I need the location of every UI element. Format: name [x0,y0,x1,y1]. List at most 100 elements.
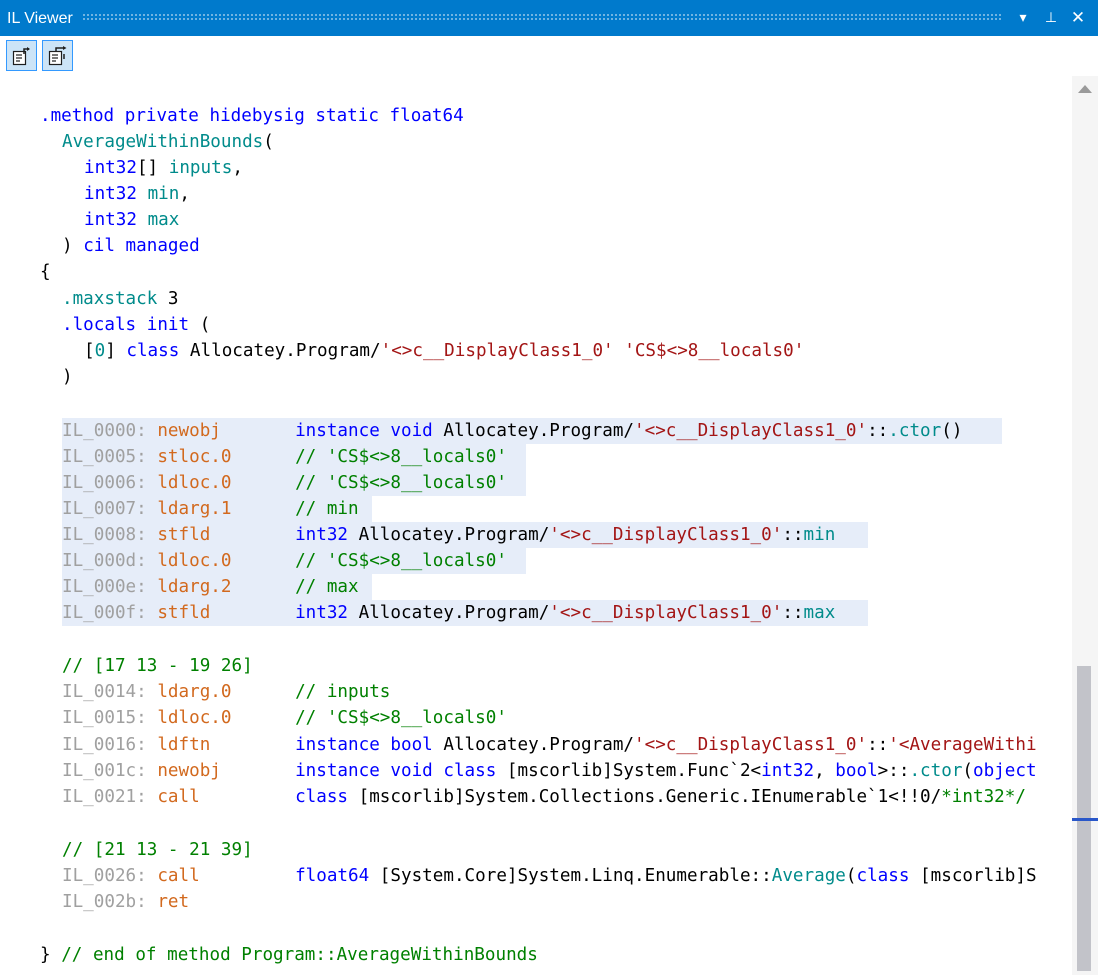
code-token-op: ldloc.0 [157,708,232,728]
code-line: IL_0006: ldloc.0 // 'CS$<>8__locals0' [62,470,507,496]
code-token-tx: 3 [157,289,179,309]
window-title: IL Viewer [7,10,73,27]
code-line: IL_0000: newobj instance void Allocatey.… [62,418,962,444]
code-token-op: stloc.0 [157,447,232,467]
code-line: int32 max [84,207,179,233]
code-line: IL_0026: call float64 [System.Core]Syste… [62,863,1037,889]
code-token-tx [232,577,296,597]
code-token-kw: .locals init [62,315,190,335]
code-token-mem: .ctor [888,421,942,441]
code-token-mem: max [147,210,180,230]
il-code-view[interactable]: .method private hidebysig static float64… [0,76,1072,975]
code-line: IL_0014: ldarg.0 // inputs [62,679,390,705]
code-token-tx: { [40,262,51,282]
code-token-kw: int32 [84,184,137,204]
code-line: .locals init ( [62,312,210,338]
code-token-kw: int32 [761,761,815,781]
code-line: AverageWithinBounds( [62,129,274,155]
code-token-mem: 0 [94,341,106,361]
code-token-tx: Allocatey.Program/ [179,341,381,361]
code-token-kw: class [295,787,349,807]
code-token-tx [232,682,296,702]
code-token-tx: Allocatey.Program/ [432,421,635,441]
code-token-tx: ( [845,866,857,886]
close-icon[interactable]: ✕ [1068,8,1088,28]
code-token-tx: ( [263,132,274,152]
code-token-lbl: IL_0021: [62,787,158,807]
code-token-mem: min [147,184,180,204]
code-line: IL_0007: ldarg.1 // min [62,496,359,522]
code-line: int32 min, [84,181,190,207]
code-token-cm: // 'CS$<>8__locals0' [295,551,507,571]
vertical-scrollbar[interactable] [1072,76,1098,975]
code-token-cm: *int32*/ [941,787,1026,807]
code-token-tx: } [40,945,62,965]
code-token-str: '<>c__DisplayClass1_0' [549,603,783,623]
code-line: IL_001c: newobj instance void class [msc… [62,758,1037,784]
scrollbar-caret-marker [1072,818,1098,821]
code-line: IL_000e: ldarg.2 // max [62,574,359,600]
code-token-mem: inputs [168,158,233,178]
code-token-op: ldloc.0 [157,473,232,493]
code-line: [0] class Allocatey.Program/'<>c__Displa… [84,338,804,364]
code-token-lbl: IL_000e: [62,577,158,597]
code-token-op: ret [157,892,190,912]
navigate-to-source-button[interactable] [42,40,73,71]
code-token-op: call [157,866,200,886]
code-token-tx: ( [962,761,974,781]
code-token-mem: AverageWithinBounds [62,132,264,152]
code-token-tx [200,866,295,886]
code-token-tx [221,421,295,441]
code-token-op: newobj [157,421,221,441]
code-token-tx [221,761,295,781]
code-token-lbl: IL_0014: [62,682,158,702]
code-token-kw: instance void class [295,761,497,781]
code-token-lbl: IL_0016: [62,735,158,755]
code-line: ) [62,364,73,390]
code-token-tx [137,184,148,204]
code-token-kw: int32 [295,525,349,545]
code-token-tx: >:: [877,761,910,781]
code-token-lbl: IL_0000: [62,421,158,441]
code-token-tx: :: [782,603,804,623]
code-line: IL_000f: stfld int32 Allocatey.Program/'… [62,600,835,626]
pin-icon[interactable]: ⊥ [1041,8,1061,28]
code-token-lbl: IL_0006: [62,473,158,493]
window-options-dropdown-icon[interactable]: ▾ [1013,8,1033,28]
show-source-button[interactable] [6,40,37,71]
code-line: } // end of method Program::AverageWithi… [40,942,538,968]
code-token-tx [210,735,295,755]
code-token-op: ldarg.1 [157,499,232,519]
code-token-tx: () [941,421,963,441]
code-token-tx: [mscorlib]S [909,866,1037,886]
code-token-tx [200,787,295,807]
code-token-mem: .ctor [909,761,963,781]
code-token-cm: // 'CS$<>8__locals0' [295,447,507,467]
code-line: { [40,259,51,285]
code-token-kw: instance bool [295,735,433,755]
code-token-op: stfld [157,603,211,623]
code-token-tx: [mscorlib]System.Func`2< [496,761,762,781]
code-token-tx: [] [136,158,169,178]
navigate-to-source-icon [48,46,67,66]
code-token-cm: // inputs [295,682,391,702]
scroll-up-arrow-icon[interactable] [1078,85,1092,93]
code-token-tx: , [814,761,836,781]
code-line: IL_0005: stloc.0 // 'CS$<>8__locals0' [62,444,507,470]
code-token-kw: bool [835,761,878,781]
code-token-tx [614,341,625,361]
code-line: // [21 13 - 21 39] [62,837,253,863]
title-bar-grip[interactable] [82,13,1002,22]
code-token-tx [232,473,296,493]
code-token-tx: ) [62,367,73,387]
toolbar [0,36,1098,76]
tool-window-title-bar[interactable]: IL Viewer ▾ ⊥ ✕ [0,0,1098,36]
code-token-str: 'CS$<>8__locals0' [624,341,805,361]
code-token-tx [232,447,296,467]
code-line: IL_0015: ldloc.0 // 'CS$<>8__locals0' [62,705,507,731]
code-token-kw: class [126,341,180,361]
code-line: // [17 13 - 19 26] [62,653,253,679]
code-line: IL_0016: ldftn instance bool Allocatey.P… [62,732,1037,758]
code-token-mem: min [803,525,836,545]
code-token-cm: // end of method Program::AverageWithinB… [61,945,538,965]
